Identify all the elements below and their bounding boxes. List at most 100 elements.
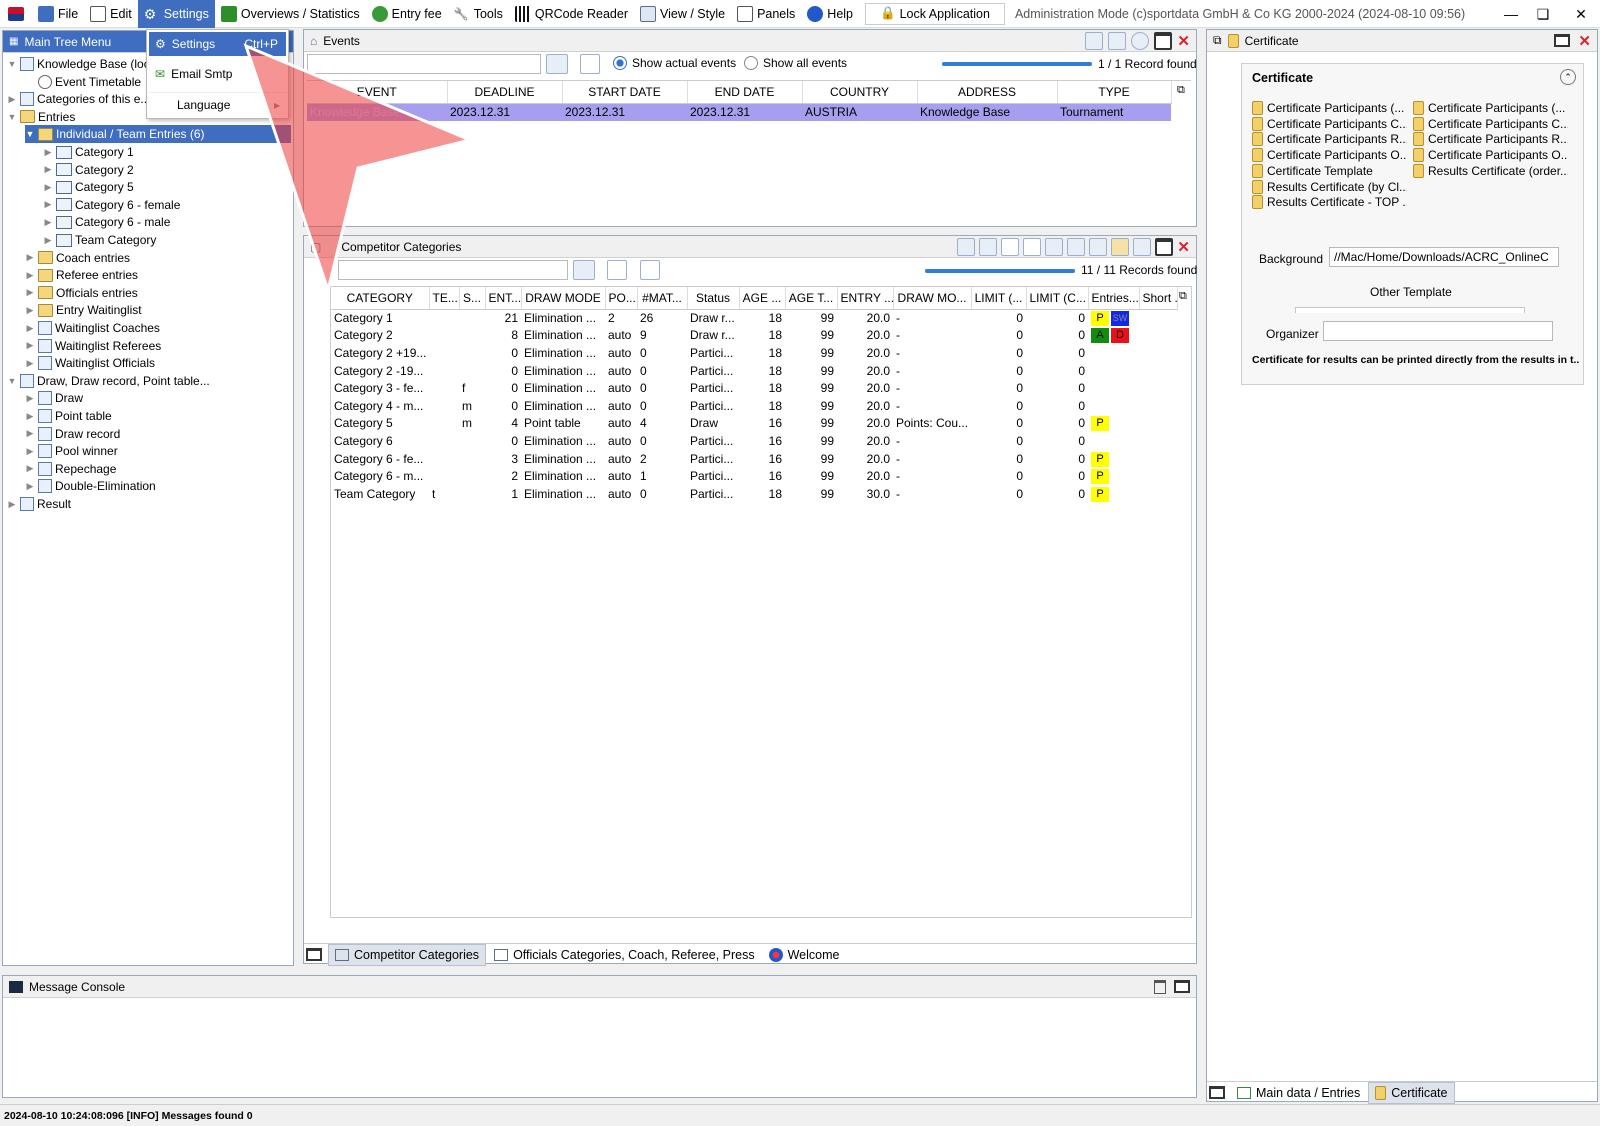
tree-node[interactable]: ▶ Referee entries [25,266,139,284]
table-row[interactable]: Knowledge Base 2023.12.31 2023.12.31 2023.1… [307,103,1171,121]
certificate-template-link[interactable]: Certificate Participants O... [1252,148,1407,163]
certificate-template-link[interactable]: Certificate Participants R... [1252,132,1407,147]
tree-node[interactable]: ▶ Result [7,495,71,513]
lock-application-button[interactable]: 🔒 Lock Application [865,2,1005,25]
radio-show-actual-events[interactable]: Show actual events [613,56,736,70]
expand-right-icon[interactable]: ▶ [25,358,35,369]
table-row[interactable]: Category 4 - m... m 0 Elimination ... auto 0 P… [331,397,1177,415]
expand-right-icon[interactable]: ▶ [25,481,35,492]
certificate-template-link[interactable]: Results Certificate - TOP ... [1252,195,1407,210]
tree-node[interactable]: ▶ Category 6 - female [43,196,181,214]
menu-item-email-smtp[interactable]: ✉ Email Smtp [149,62,286,86]
maximize-panel-icon[interactable] [1154,31,1173,50]
tree-node[interactable]: ▶ Team Category [43,231,157,249]
background-input[interactable]: //Mac/Home/Downloads/ACRC_OnlineC [1329,247,1559,267]
column-header[interactable]: EVENT [307,81,448,104]
column-header[interactable]: DRAW MO... [893,287,972,310]
table-row[interactable]: Category 3 - fe... f 0 Elimination ... auto 0… [331,379,1177,397]
column-header[interactable]: DEADLINE [447,81,563,104]
table-row[interactable]: Category 2 -19... 0 Elimination ... auto 0 Pa… [331,362,1177,380]
expand-right-icon[interactable]: ▶ [43,199,53,210]
column-chooser-icon[interactable]: ⧉ [1179,290,1187,303]
tab-officials-categories[interactable]: Officials Categories, Coach, Referee, Pr… [488,944,761,966]
tree-node[interactable]: ▶ Waitinglist Coaches [25,319,160,337]
expand-right-icon[interactable]: ▶ [7,499,17,510]
categories-search-input[interactable] [338,260,568,280]
close-window-button[interactable]: ✕ [1562,0,1600,28]
close-panel-icon[interactable]: ✕ [1177,32,1190,50]
expand-right-icon[interactable]: ▶ [25,323,35,334]
menu-entry-fee[interactable]: Entry fee [366,0,448,28]
column-header[interactable]: ENT... [485,287,522,310]
menu-tools[interactable]: 🔧 Tools [448,0,509,28]
tree-node[interactable]: ▶ Point table [25,407,112,425]
column-header[interactable]: END DATE [687,81,803,104]
column-chooser-icon[interactable]: ⧉ [1177,84,1185,97]
certificate-template-link[interactable]: Certificate Participants C... [1252,116,1407,131]
reload-icon[interactable] [580,54,600,74]
certificate-template-link[interactable]: Certificate Template [1252,163,1407,178]
tree-node[interactable]: ▶ Category 5 [43,178,134,196]
expand-right-icon[interactable]: ▶ [43,164,53,175]
table-row[interactable]: Category 5 m 4 Point table auto 4 Draw 16 99 20.0… [331,415,1177,433]
tree-node[interactable]: ▶ Repechage [25,460,116,478]
menu-item-settings[interactable]: ⚙ Settings Ctrl+P [149,32,286,56]
restore-panel-icon[interactable] [306,948,322,961]
reload-icon[interactable] [607,260,627,280]
menu-view-style[interactable]: View / Style [634,0,731,28]
tree-node[interactable]: ▼ Individual / Team Entries (6) [25,125,291,144]
form-icon[interactable] [1001,237,1020,256]
expand-right-icon[interactable]: ▶ [43,235,53,246]
open-window-icon[interactable] [957,237,976,256]
column-header[interactable]: PO... [605,287,638,310]
tree-node[interactable]: ▶ Double-Elimination [25,477,156,495]
tab-certificate[interactable]: Certificate [1368,1081,1455,1104]
tree-node[interactable]: ▶ Draw record [25,425,120,443]
certificate-template-link[interactable]: Results Certificate (order... [1413,163,1568,178]
certificate-template-link[interactable]: Certificate Participants R... [1413,132,1568,147]
table-row[interactable]: Category 2 8 Elimination ... auto 9 Draw r...… [331,327,1177,345]
close-panel-icon[interactable]: ✕ [1578,32,1591,50]
clipboard-icon[interactable] [979,237,998,256]
expand-right-icon[interactable]: ▶ [25,340,35,351]
certificate-template-link[interactable]: Certificate Participants (... [1413,101,1568,115]
maximize-panel-icon[interactable] [1554,34,1571,47]
expand-right-icon[interactable]: ▶ [43,182,53,193]
tree-node[interactable]: ▼ Knowledge Base (local) [7,55,163,73]
expand-right-icon[interactable]: ▶ [7,94,17,105]
column-header[interactable]: #MAT... [637,287,688,310]
column-header[interactable]: CATEGORY [331,287,430,310]
column-header[interactable]: AGE ... [739,287,786,310]
certificate-template-link[interactable]: Results Certificate (by Cl... [1252,179,1407,194]
maximize-panel-icon[interactable] [1174,980,1190,993]
search-icon[interactable] [573,260,595,280]
expand-right-icon[interactable]: ▶ [43,147,53,158]
expand-right-icon[interactable]: ▶ [25,411,35,422]
column-header[interactable]: Status [687,287,740,310]
certificate-template-link[interactable]: Certificate Participants O... [1413,148,1568,163]
badge-edit-icon[interactable] [1045,237,1064,256]
list-icon[interactable] [1023,237,1042,256]
events-search-input[interactable] [307,54,541,74]
expand-down-icon[interactable]: ▼ [7,376,17,386]
grid-icon[interactable] [1133,237,1152,256]
certificate-template-link[interactable]: Certificate Participants (... [1252,101,1407,115]
table-row[interactable]: Team Category t 1 Elimination ... auto 0 Parti… [331,485,1177,503]
table-row[interactable]: Category 2 +19... 0 Elimination ... auto 0 Pa… [331,344,1177,362]
expand-right-icon[interactable]: ▶ [25,305,35,316]
expand-right-icon[interactable]: ▶ [25,428,35,439]
expand-right-icon[interactable]: ▶ [25,446,35,457]
other-template-select[interactable] [1295,307,1525,313]
table-row[interactable]: Category 6 - fe... 3 Elimination ... auto 2 P… [331,450,1177,468]
expand-right-icon[interactable]: ▶ [25,270,35,281]
maximize-button[interactable]: ❏ [1524,0,1562,28]
column-header[interactable]: Short ... [1139,287,1178,310]
expand-right-icon[interactable]: ▶ [25,463,35,474]
organizer-input[interactable] [1323,321,1553,341]
tree-node[interactable]: ▶ Category 6 - male [43,213,171,231]
column-header[interactable]: LIMIT (C... [1026,287,1089,310]
column-header[interactable]: ADDRESS [917,81,1058,104]
menu-qrcode-reader[interactable]: QRCode Reader [509,0,634,28]
menu-overviews-statistics[interactable]: Overviews / Statistics [215,0,366,28]
table-row[interactable]: Category 1 21 Elimination ... 2 26 Draw r... 1… [331,309,1177,327]
